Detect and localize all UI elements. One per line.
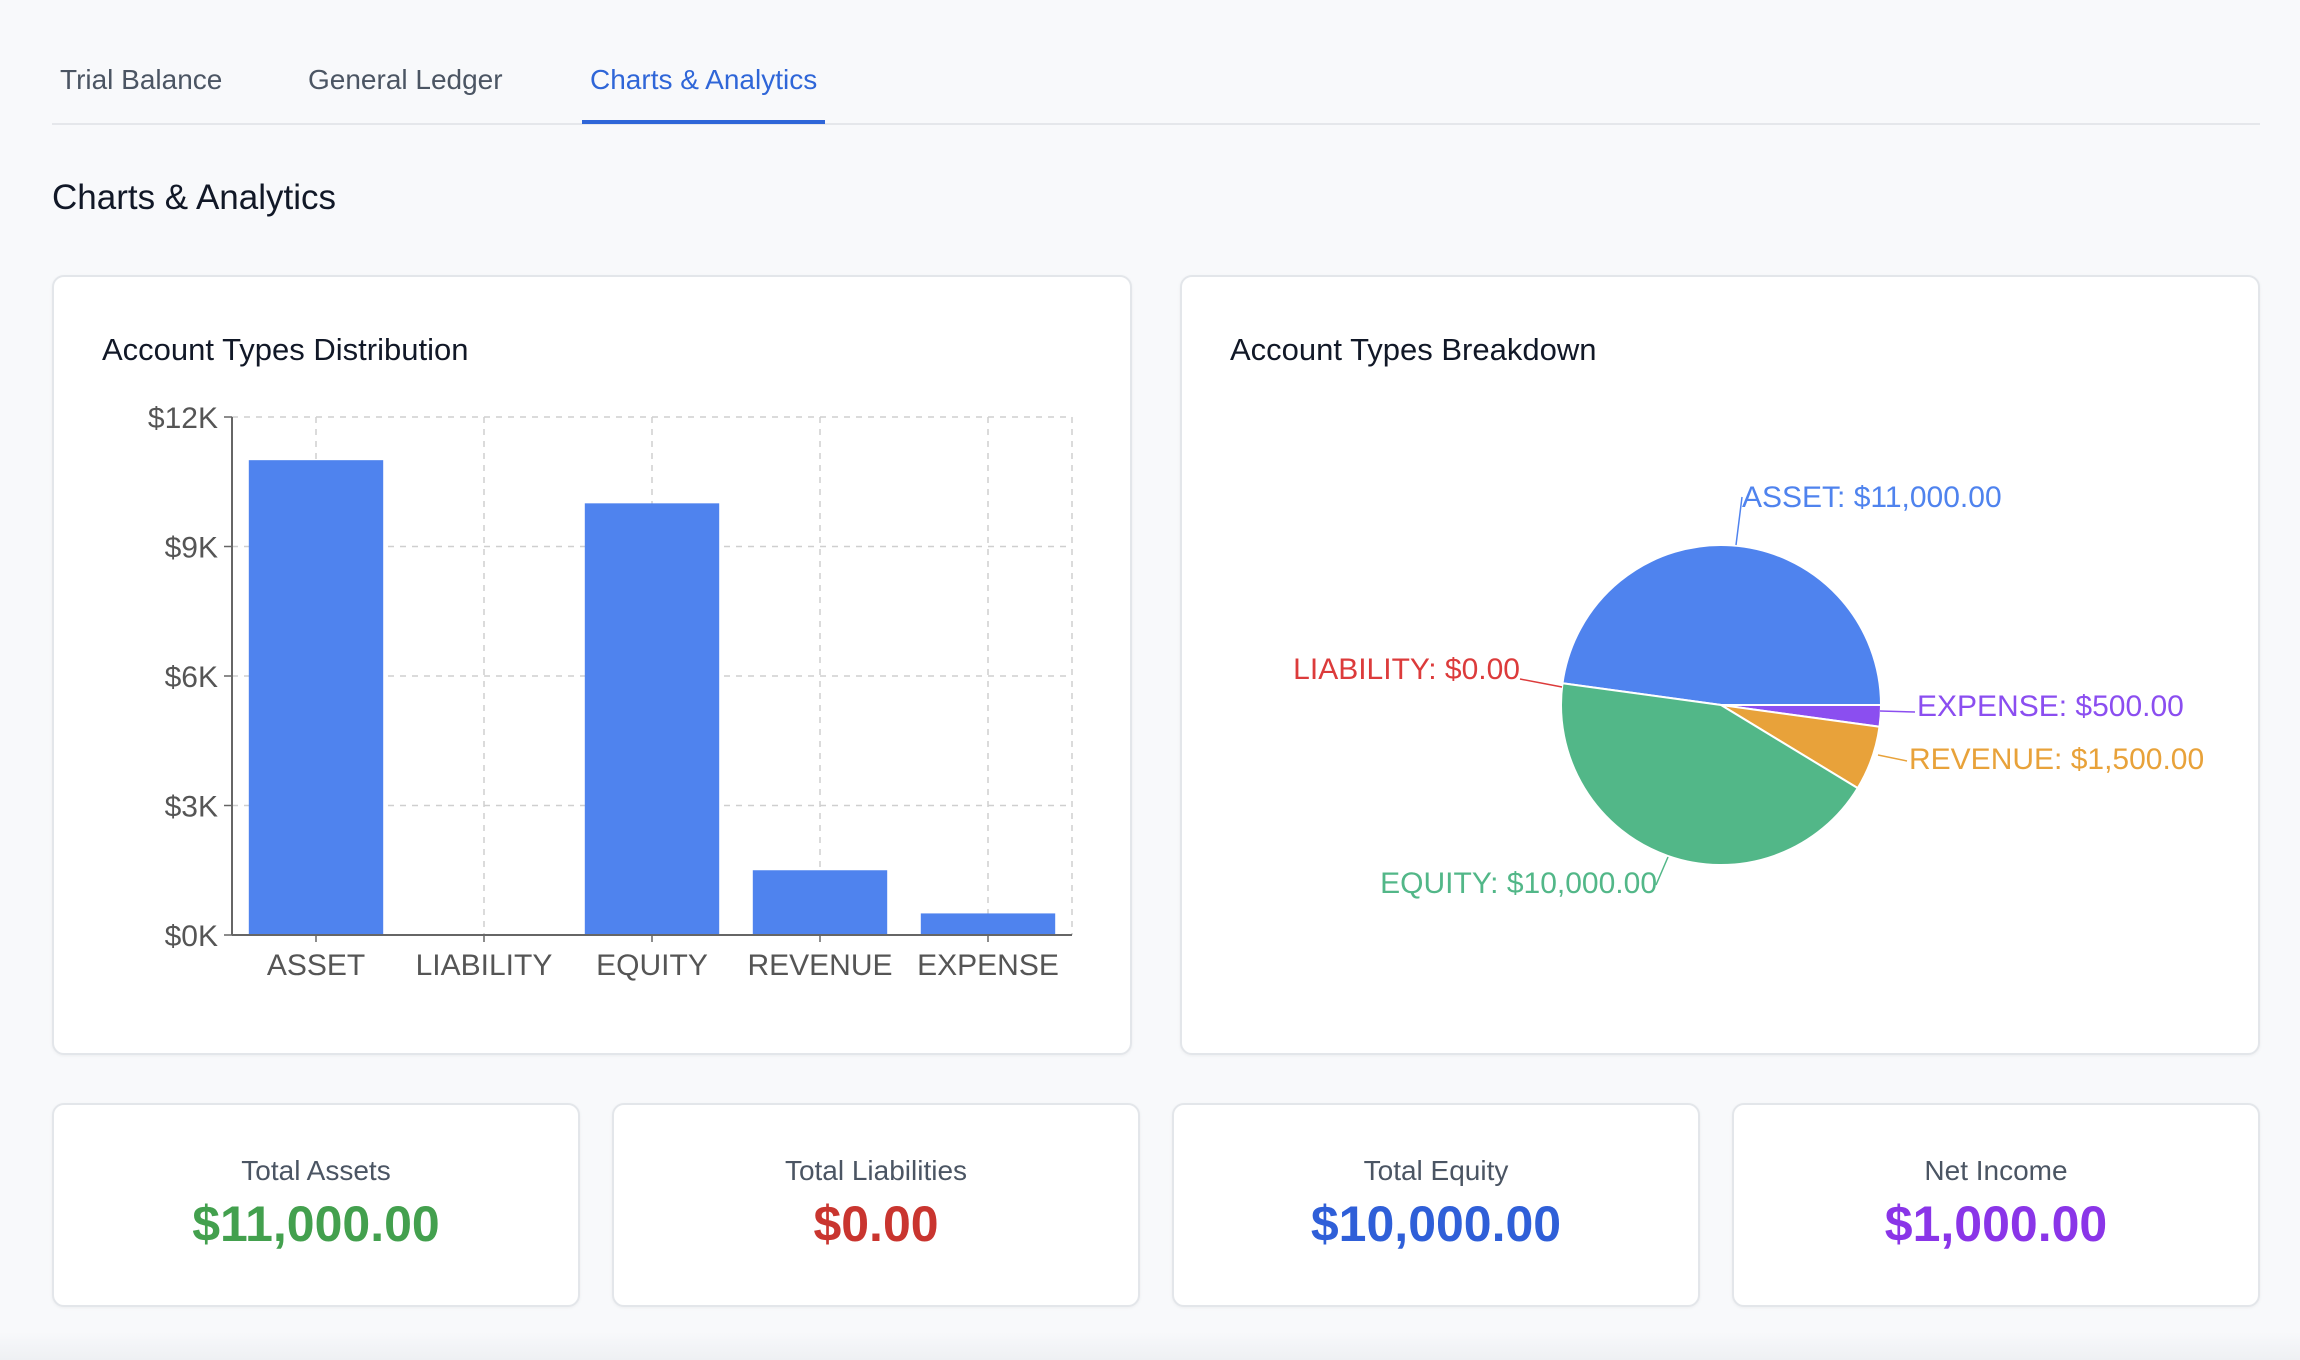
stat-card-total-liabilities: Total Liabilities $0.00: [612, 1103, 1140, 1307]
bar-asset: [248, 460, 384, 935]
y-tick-label: $12K: [148, 402, 218, 435]
pie-leader-line: [1877, 754, 1908, 762]
y-tick-label: $3K: [165, 791, 218, 824]
pie-label: REVENUE: $1,500.00: [1909, 743, 2204, 776]
x-tick-label: LIABILITY: [416, 949, 553, 982]
pie-label: EXPENSE: $500.00: [1917, 690, 2184, 723]
pie-label: ASSET: $11,000.00: [1742, 481, 2002, 514]
y-tick-label: $6K: [165, 661, 218, 694]
tab-bar: Trial Balance General Ledger Charts & An…: [52, 0, 2260, 125]
tab-charts-analytics[interactable]: Charts & Analytics: [581, 64, 826, 124]
pie-label: EQUITY: $10,000.00: [1380, 867, 1657, 900]
page-footer-shadow: [0, 1332, 2300, 1360]
stat-card-net-income: Net Income $1,000.00: [1732, 1103, 2260, 1307]
stat-label: Total Liabilities: [784, 1155, 968, 1186]
x-tick-label: EXPENSE: [917, 949, 1059, 982]
bar-revenue: [752, 870, 888, 935]
x-tick-label: ASSET: [267, 949, 365, 982]
tab-general-ledger[interactable]: General Ledger: [308, 64, 503, 122]
stat-value: $1,000.00: [1884, 1196, 2108, 1252]
pie-label: LIABILITY: $0.00: [1293, 653, 1520, 686]
stat-value: $10,000.00: [1310, 1196, 1562, 1252]
stat-label: Total Assets: [241, 1155, 391, 1186]
page-title: Charts & Analytics: [52, 178, 336, 217]
stat-card-total-equity: Total Equity $10,000.00: [1172, 1103, 1700, 1307]
y-tick-label: $9K: [165, 532, 218, 565]
bar-expense: [920, 913, 1056, 935]
stat-label: Net Income: [1924, 1155, 2068, 1186]
y-tick-label: $0K: [165, 920, 218, 953]
x-tick-label: REVENUE: [747, 949, 892, 982]
pie-slice-asset: [1561, 543, 1883, 706]
stat-label: Total Equity: [1363, 1155, 1509, 1186]
x-tick-label: EQUITY: [596, 949, 708, 982]
stat-value: $11,000.00: [192, 1196, 440, 1252]
pie-leader-line: [1879, 710, 1916, 713]
tab-trial-balance[interactable]: Trial Balance: [60, 64, 222, 122]
pie-leader-line: [1655, 856, 1669, 886]
pie-chart: ASSET: $11,000.00 LIABILITY: $0.00 EQUITY:…: [1293, 481, 2204, 900]
stat-value: $0.00: [813, 1196, 939, 1252]
bar-chart: $0K $3K $6K $9K $12K ASSET LIABILITY EQUITY REVE…: [148, 402, 1073, 982]
bar-equity: [584, 503, 720, 935]
stat-card-total-assets: Total Assets $11,000.00: [52, 1103, 580, 1307]
pie-leader-line: [1519, 678, 1563, 688]
